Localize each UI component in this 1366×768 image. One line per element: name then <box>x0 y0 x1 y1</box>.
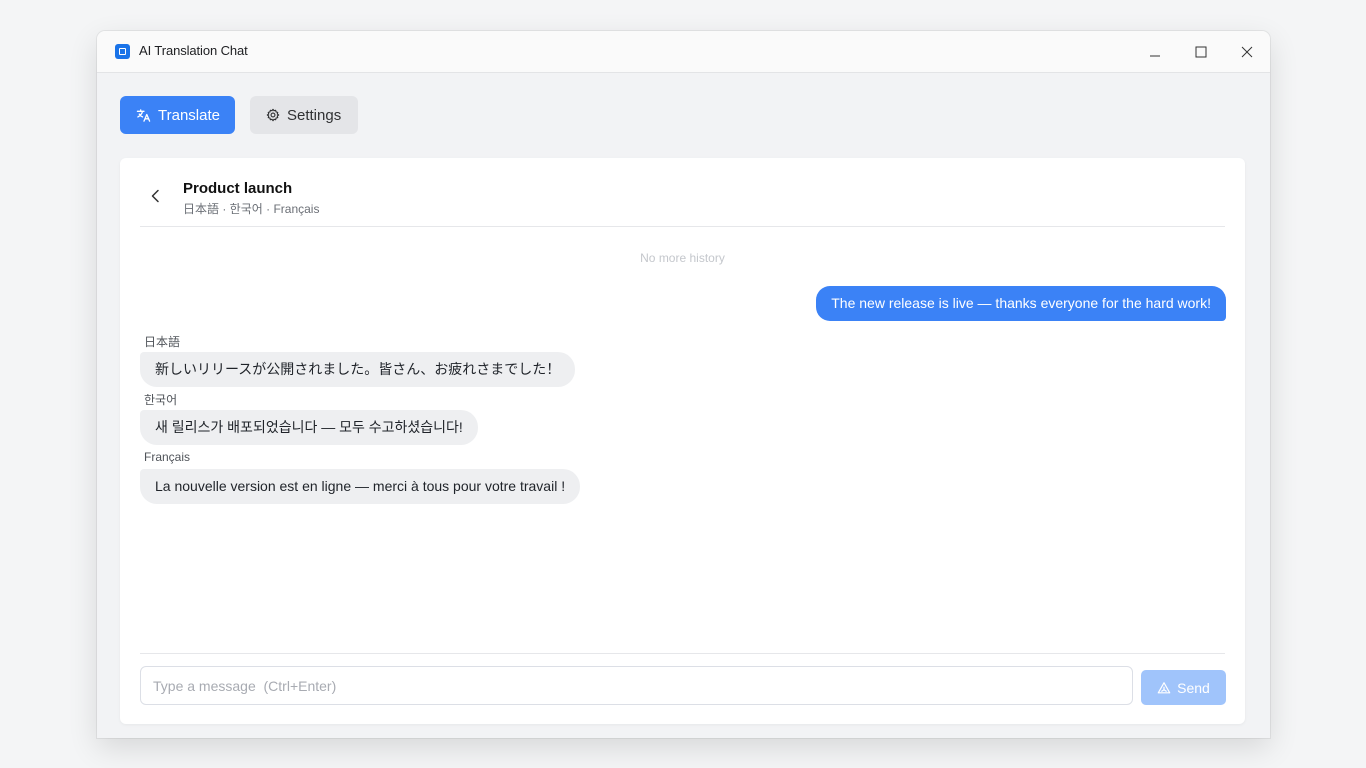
translate-button[interactable]: Translate <box>120 96 235 134</box>
close-button[interactable] <box>1224 31 1270 72</box>
no-more-history-label: No more history <box>640 251 725 265</box>
translate-button-label: Translate <box>158 106 220 124</box>
conversation-languages: 日本語 · 한국어 · Français <box>183 202 320 216</box>
gear-icon <box>266 108 280 122</box>
conversation-title: Product launch <box>183 180 293 197</box>
close-icon <box>1241 46 1253 57</box>
translation-language-label: 한국어 <box>144 393 178 407</box>
translate-icon <box>136 108 151 122</box>
send-button-label: Send <box>1177 679 1210 696</box>
minimize-button[interactable] <box>1132 31 1178 72</box>
app-window: AI Translation Chat Translate Settings P… <box>97 31 1270 738</box>
back-button[interactable] <box>146 186 166 206</box>
window-title: AI Translation Chat <box>139 43 248 58</box>
maximize-button[interactable] <box>1178 31 1224 72</box>
composer-divider <box>140 653 1225 654</box>
message-input[interactable] <box>140 666 1133 705</box>
translation-message: Français La nouvelle version est en lign… <box>140 450 581 504</box>
title-bar: AI Translation Chat <box>97 31 1270 73</box>
maximize-icon <box>1195 46 1207 57</box>
send-icon <box>1157 681 1171 693</box>
translation-language-label: Français <box>144 450 191 464</box>
translation-language-label: 日本語 <box>144 335 181 349</box>
translation-bubble: La nouvelle version est en ligne — merci… <box>140 469 581 504</box>
user-message-bubble: The new release is live — thanks everyon… <box>816 286 1226 321</box>
header-divider <box>140 226 1225 227</box>
chat-panel: Product launch 日本語 · 한국어 · Français No m… <box>120 158 1245 724</box>
settings-button[interactable]: Settings <box>250 96 358 134</box>
app-logo-icon <box>115 44 130 59</box>
translation-message: 日本語 新しいリリースが公開されました。皆さん、お疲れさまでした！ <box>140 333 576 387</box>
send-button[interactable]: Send <box>1141 670 1226 705</box>
translation-bubble: 新しいリリースが公開されました。皆さん、お疲れさまでした！ <box>140 352 576 387</box>
translation-message: 한국어 새 릴리스가 배포되었습니다 — 모두 수고하셨습니다! <box>140 391 478 445</box>
settings-button-label: Settings <box>287 106 342 124</box>
minimize-icon <box>1150 55 1160 56</box>
translation-bubble: 새 릴리스가 배포되었습니다 — 모두 수고하셨습니다! <box>140 410 478 445</box>
chevron-left-icon <box>151 189 159 203</box>
